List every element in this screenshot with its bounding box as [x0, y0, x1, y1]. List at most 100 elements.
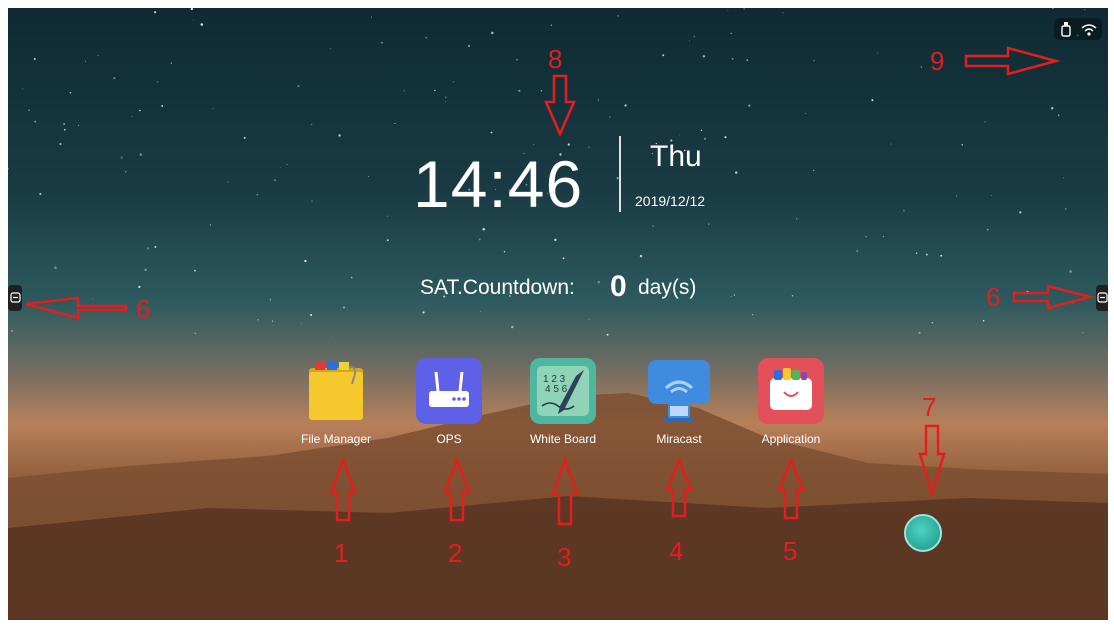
- star: [139, 109, 141, 112]
- star: [444, 96, 447, 99]
- app-application[interactable]: Application: [736, 358, 846, 446]
- wifi-icon[interactable]: [1080, 21, 1098, 37]
- right-sidebar-tab[interactable]: [1096, 285, 1108, 311]
- star: [85, 60, 87, 62]
- star: [662, 54, 665, 57]
- star: [97, 54, 99, 57]
- star: [733, 294, 736, 296]
- star: [609, 116, 611, 118]
- star: [125, 171, 127, 173]
- clock-day: Thu: [650, 140, 702, 173]
- star: [597, 99, 600, 101]
- clock-date: 2019/12/12: [635, 193, 706, 209]
- star: [730, 295, 732, 297]
- app-file-manager[interactable]: File Manager: [281, 358, 391, 446]
- star: [743, 8, 745, 10]
- starry-sky-background: [8, 8, 1108, 620]
- star: [920, 66, 923, 68]
- star: [689, 40, 691, 42]
- star: [212, 107, 214, 109]
- star: [161, 105, 164, 107]
- star: [961, 143, 963, 146]
- star: [890, 143, 892, 145]
- star: [693, 35, 696, 38]
- star: [257, 319, 259, 321]
- star: [748, 104, 751, 107]
- app-ops[interactable]: OPS: [394, 358, 504, 446]
- star: [77, 124, 80, 127]
- star: [918, 331, 921, 334]
- star: [8, 167, 10, 170]
- star: [503, 251, 506, 253]
- star: [34, 120, 37, 123]
- star: [386, 239, 389, 242]
- clock-divider: [619, 136, 621, 212]
- app-store-icon: [758, 358, 824, 424]
- star: [562, 257, 565, 260]
- floating-menu-button[interactable]: [904, 514, 942, 552]
- star: [782, 12, 784, 14]
- star: [903, 209, 905, 212]
- star: [865, 236, 867, 238]
- star: [144, 268, 147, 272]
- star: [274, 179, 276, 182]
- star: [11, 329, 14, 332]
- star: [403, 90, 405, 92]
- star: [256, 193, 259, 196]
- status-bar: [1054, 18, 1102, 40]
- star: [394, 123, 396, 124]
- star: [982, 320, 985, 322]
- star: [190, 8, 194, 11]
- star: [791, 295, 794, 297]
- star: [940, 254, 943, 257]
- usb-icon[interactable]: [1060, 21, 1072, 37]
- clock-time: 14:46: [413, 147, 584, 221]
- star: [856, 249, 859, 253]
- star: [731, 57, 734, 60]
- screen-cast-icon: [646, 358, 712, 424]
- app-white-board[interactable]: 1 2 3 4 5 6 White Board: [508, 358, 618, 446]
- star: [752, 314, 754, 316]
- star: [380, 41, 383, 44]
- star: [243, 136, 246, 139]
- star: [1062, 177, 1064, 179]
- left-sidebar-tab[interactable]: [8, 285, 22, 311]
- star: [1026, 290, 1029, 293]
- star: [734, 171, 738, 174]
- star: [813, 169, 815, 172]
- star: [550, 24, 553, 26]
- star: [871, 99, 874, 102]
- star: [796, 218, 798, 220]
- star: [955, 195, 958, 197]
- star: [156, 81, 159, 83]
- star: [478, 238, 481, 241]
- star: [310, 314, 313, 316]
- countdown-unit: day(s): [638, 276, 697, 299]
- star: [1052, 8, 1054, 10]
- star: [703, 137, 707, 140]
- star: [304, 259, 307, 263]
- star: [727, 10, 729, 11]
- star: [200, 23, 204, 26]
- countdown-value: 0: [610, 270, 627, 303]
- star: [1019, 211, 1022, 214]
- sidebar-toggle-icon: [10, 292, 21, 303]
- star: [931, 322, 934, 324]
- star: [154, 245, 157, 248]
- star: [516, 58, 518, 61]
- app-miracast[interactable]: Miracast: [624, 358, 734, 446]
- star: [1065, 208, 1067, 210]
- star: [63, 123, 65, 125]
- star: [33, 57, 36, 61]
- star: [813, 60, 815, 62]
- star: [113, 76, 116, 80]
- star: [138, 285, 141, 289]
- star: [588, 146, 590, 148]
- star: [554, 238, 557, 242]
- star: [877, 52, 879, 54]
- star: [54, 266, 57, 270]
- svg-text:4 5 6: 4 5 6: [545, 384, 568, 395]
- star: [915, 252, 918, 255]
- star: [925, 253, 928, 256]
- star: [639, 254, 643, 258]
